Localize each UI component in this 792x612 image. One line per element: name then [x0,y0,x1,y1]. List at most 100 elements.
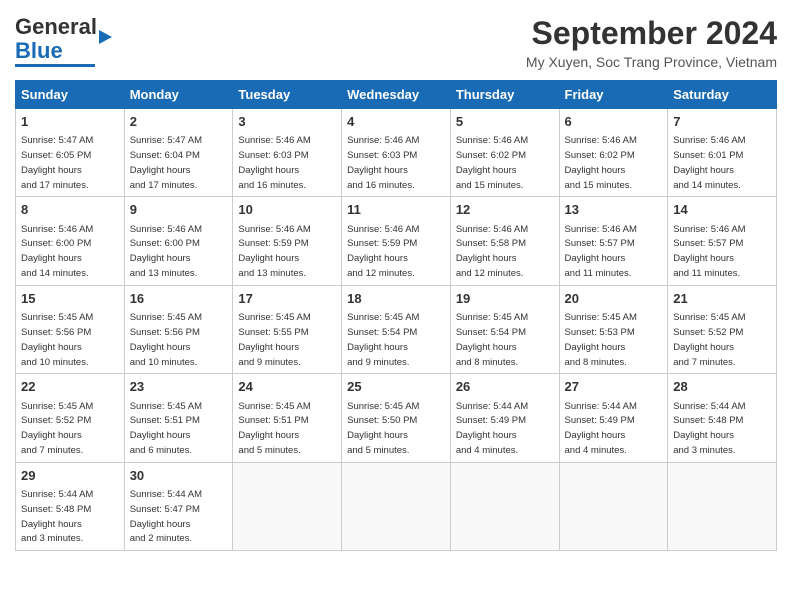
day-info: Sunrise: 5:46 AMSunset: 5:59 PMDaylight … [238,224,310,279]
day-number: 9 [130,201,228,219]
day-info: Sunrise: 5:46 AMSunset: 5:58 PMDaylight … [456,224,528,279]
day-number: 28 [673,378,771,396]
day-number: 19 [456,290,554,308]
weekday-header-tuesday: Tuesday [233,81,342,109]
weekday-header-friday: Friday [559,81,668,109]
day-info: Sunrise: 5:45 AMSunset: 5:51 PMDaylight … [238,401,310,456]
day-cell: 4 Sunrise: 5:46 AMSunset: 6:03 PMDayligh… [342,109,451,197]
day-info: Sunrise: 5:46 AMSunset: 6:01 PMDaylight … [673,135,745,190]
day-cell: 29 Sunrise: 5:44 AMSunset: 5:48 PMDaylig… [16,462,125,550]
day-info: Sunrise: 5:44 AMSunset: 5:49 PMDaylight … [565,401,637,456]
title-area: September 2024 My Xuyen, Soc Trang Provi… [526,15,777,70]
day-cell [559,462,668,550]
day-number: 27 [565,378,663,396]
day-info: Sunrise: 5:45 AMSunset: 5:54 PMDaylight … [456,312,528,367]
day-cell: 15 Sunrise: 5:45 AMSunset: 5:56 PMDaylig… [16,285,125,373]
weekday-header-row: SundayMondayTuesdayWednesdayThursdayFrid… [16,81,777,109]
day-number: 13 [565,201,663,219]
day-number: 20 [565,290,663,308]
day-info: Sunrise: 5:45 AMSunset: 5:56 PMDaylight … [130,312,202,367]
day-cell: 3 Sunrise: 5:46 AMSunset: 6:03 PMDayligh… [233,109,342,197]
week-row-3: 15 Sunrise: 5:45 AMSunset: 5:56 PMDaylig… [16,285,777,373]
day-cell: 6 Sunrise: 5:46 AMSunset: 6:02 PMDayligh… [559,109,668,197]
day-cell: 10 Sunrise: 5:46 AMSunset: 5:59 PMDaylig… [233,197,342,285]
day-cell [450,462,559,550]
day-info: Sunrise: 5:46 AMSunset: 5:57 PMDaylight … [673,224,745,279]
day-info: Sunrise: 5:46 AMSunset: 5:59 PMDaylight … [347,224,419,279]
day-cell: 22 Sunrise: 5:45 AMSunset: 5:52 PMDaylig… [16,374,125,462]
day-info: Sunrise: 5:45 AMSunset: 5:50 PMDaylight … [347,401,419,456]
day-info: Sunrise: 5:46 AMSunset: 6:03 PMDaylight … [238,135,310,190]
weekday-header-monday: Monday [124,81,233,109]
day-info: Sunrise: 5:47 AMSunset: 6:04 PMDaylight … [130,135,202,190]
day-info: Sunrise: 5:46 AMSunset: 5:57 PMDaylight … [565,224,637,279]
location-title: My Xuyen, Soc Trang Province, Vietnam [526,54,777,70]
logo-blue: Blue [15,38,63,63]
month-title: September 2024 [526,15,777,52]
day-cell: 30 Sunrise: 5:44 AMSunset: 5:47 PMDaylig… [124,462,233,550]
day-cell: 28 Sunrise: 5:44 AMSunset: 5:48 PMDaylig… [668,374,777,462]
week-row-4: 22 Sunrise: 5:45 AMSunset: 5:52 PMDaylig… [16,374,777,462]
day-cell [668,462,777,550]
day-info: Sunrise: 5:47 AMSunset: 6:05 PMDaylight … [21,135,93,190]
day-number: 18 [347,290,445,308]
weekday-header-thursday: Thursday [450,81,559,109]
header: General Blue September 2024 My Xuyen, So… [15,15,777,70]
day-info: Sunrise: 5:46 AMSunset: 6:02 PMDaylight … [456,135,528,190]
day-cell: 21 Sunrise: 5:45 AMSunset: 5:52 PMDaylig… [668,285,777,373]
day-number: 24 [238,378,336,396]
day-number: 4 [347,113,445,131]
day-info: Sunrise: 5:45 AMSunset: 5:52 PMDaylight … [21,401,93,456]
day-number: 12 [456,201,554,219]
day-number: 1 [21,113,119,131]
day-info: Sunrise: 5:46 AMSunset: 6:00 PMDaylight … [130,224,202,279]
day-cell: 7 Sunrise: 5:46 AMSunset: 6:01 PMDayligh… [668,109,777,197]
day-info: Sunrise: 5:44 AMSunset: 5:48 PMDaylight … [21,489,93,544]
day-number: 30 [130,467,228,485]
day-cell [233,462,342,550]
day-cell: 27 Sunrise: 5:44 AMSunset: 5:49 PMDaylig… [559,374,668,462]
day-number: 7 [673,113,771,131]
day-info: Sunrise: 5:45 AMSunset: 5:54 PMDaylight … [347,312,419,367]
day-number: 15 [21,290,119,308]
day-number: 11 [347,201,445,219]
weekday-header-sunday: Sunday [16,81,125,109]
calendar: SundayMondayTuesdayWednesdayThursdayFrid… [15,80,777,551]
day-number: 5 [456,113,554,131]
day-number: 22 [21,378,119,396]
day-number: 23 [130,378,228,396]
day-cell [342,462,451,550]
day-number: 3 [238,113,336,131]
day-cell: 13 Sunrise: 5:46 AMSunset: 5:57 PMDaylig… [559,197,668,285]
day-info: Sunrise: 5:46 AMSunset: 6:00 PMDaylight … [21,224,93,279]
day-cell: 2 Sunrise: 5:47 AMSunset: 6:04 PMDayligh… [124,109,233,197]
day-cell: 17 Sunrise: 5:45 AMSunset: 5:55 PMDaylig… [233,285,342,373]
day-cell: 16 Sunrise: 5:45 AMSunset: 5:56 PMDaylig… [124,285,233,373]
day-number: 10 [238,201,336,219]
day-info: Sunrise: 5:44 AMSunset: 5:48 PMDaylight … [673,401,745,456]
day-info: Sunrise: 5:45 AMSunset: 5:55 PMDaylight … [238,312,310,367]
logo: General Blue [15,15,112,67]
logo-general: General [15,14,97,39]
day-number: 6 [565,113,663,131]
day-info: Sunrise: 5:44 AMSunset: 5:49 PMDaylight … [456,401,528,456]
day-number: 17 [238,290,336,308]
day-info: Sunrise: 5:45 AMSunset: 5:52 PMDaylight … [673,312,745,367]
week-row-1: 1 Sunrise: 5:47 AMSunset: 6:05 PMDayligh… [16,109,777,197]
day-cell: 18 Sunrise: 5:45 AMSunset: 5:54 PMDaylig… [342,285,451,373]
day-number: 21 [673,290,771,308]
day-info: Sunrise: 5:45 AMSunset: 5:53 PMDaylight … [565,312,637,367]
day-cell: 25 Sunrise: 5:45 AMSunset: 5:50 PMDaylig… [342,374,451,462]
day-cell: 24 Sunrise: 5:45 AMSunset: 5:51 PMDaylig… [233,374,342,462]
day-info: Sunrise: 5:45 AMSunset: 5:56 PMDaylight … [21,312,93,367]
week-row-5: 29 Sunrise: 5:44 AMSunset: 5:48 PMDaylig… [16,462,777,550]
day-cell: 19 Sunrise: 5:45 AMSunset: 5:54 PMDaylig… [450,285,559,373]
day-cell: 26 Sunrise: 5:44 AMSunset: 5:49 PMDaylig… [450,374,559,462]
day-number: 16 [130,290,228,308]
day-cell: 14 Sunrise: 5:46 AMSunset: 5:57 PMDaylig… [668,197,777,285]
day-number: 14 [673,201,771,219]
weekday-header-wednesday: Wednesday [342,81,451,109]
day-cell: 1 Sunrise: 5:47 AMSunset: 6:05 PMDayligh… [16,109,125,197]
day-info: Sunrise: 5:46 AMSunset: 6:02 PMDaylight … [565,135,637,190]
weekday-header-saturday: Saturday [668,81,777,109]
